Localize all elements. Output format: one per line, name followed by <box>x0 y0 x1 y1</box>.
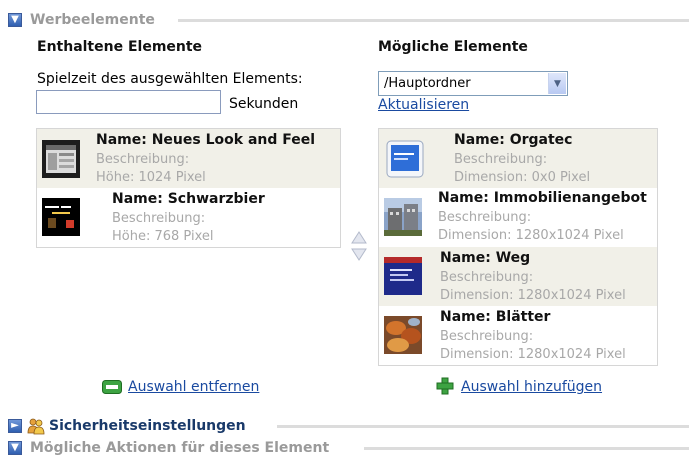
section-header-aktionen[interactable]: ▼ Mögliche Aktionen für dieses Element <box>8 438 329 458</box>
seconds-unit-label: Sekunden <box>229 96 299 112</box>
expand-arrow-icon[interactable]: ► <box>8 419 22 433</box>
list-item[interactable]: Name: Neues Look and Feel Beschreibung: … <box>37 129 340 188</box>
item-description: Beschreibung: <box>454 152 548 167</box>
orgatec-thumbnail <box>386 140 424 178</box>
item-description: Beschreibung: <box>440 329 534 344</box>
item-dimension: Höhe: 1024 Pixel <box>96 170 206 185</box>
contained-elements-list[interactable]: Name: Neues Look and Feel Beschreibung: … <box>36 128 341 248</box>
item-dimension: Dimension: 1280x1024 Pixel <box>438 228 624 243</box>
item-dimension: Höhe: 768 Pixel <box>112 229 214 244</box>
item-description: Beschreibung: <box>440 270 534 285</box>
section-title: Mögliche Aktionen für dieses Element <box>30 440 330 456</box>
section-divider <box>277 425 689 428</box>
section-divider <box>178 19 689 22</box>
item-name: Name: Immobilienangebot <box>438 190 647 206</box>
collapse-arrow-icon[interactable]: ▼ <box>8 13 22 27</box>
list-item[interactable]: Name: Blätter Beschreibung: Dimension: 1… <box>379 306 657 365</box>
collapse-arrow-icon[interactable]: ▼ <box>8 441 22 455</box>
list-item[interactable]: Name: Immobilienangebot Beschreibung: Di… <box>379 188 657 247</box>
schwarzbier-thumbnail <box>42 198 80 236</box>
section-title: Sicherheitseinstellungen <box>49 418 246 434</box>
item-description: Beschreibung: <box>112 211 206 226</box>
weg-thumbnail <box>384 257 422 295</box>
playtime-input[interactable] <box>36 90 221 114</box>
list-item[interactable]: Name: Weg Beschreibung: Dimension: 1280x… <box>379 247 657 306</box>
item-name: Name: Schwarzbier <box>112 191 265 207</box>
folder-select-value: /Hauptordner <box>384 76 471 91</box>
item-dimension: Dimension: 1280x1024 Pixel <box>440 288 626 303</box>
possible-elements-heading: Mögliche Elemente <box>378 39 528 55</box>
item-description: Beschreibung: <box>438 210 532 225</box>
section-header-sicherheit[interactable]: ► Sicherheitseinstellungen <box>8 416 246 436</box>
section-header-werbeelemente[interactable]: ▼ Werbeelemente <box>8 10 155 30</box>
immobilienangebot-thumbnail <box>384 198 422 236</box>
remove-selection-icon[interactable] <box>102 380 122 394</box>
folder-select[interactable]: /Hauptordner ▼ <box>378 71 568 96</box>
contained-elements-heading: Enthaltene Elemente <box>37 39 203 55</box>
section-divider <box>364 447 689 450</box>
remove-selection-link[interactable]: Auswahl entfernen <box>128 379 259 395</box>
users-icon <box>27 418 45 435</box>
item-name: Name: Blätter <box>440 309 551 325</box>
chevron-down-icon[interactable]: ▼ <box>548 73 566 94</box>
blaetter-thumbnail <box>384 316 422 354</box>
playtime-label: Spielzeit des ausgewählten Elements: <box>37 71 303 87</box>
item-dimension: Dimension: 0x0 Pixel <box>454 170 591 185</box>
add-selection-link[interactable]: Auswahl hinzufügen <box>461 379 602 395</box>
item-dimension: Dimension: 1280x1024 Pixel <box>440 347 626 362</box>
item-name: Name: Neues Look and Feel <box>96 132 316 148</box>
list-item[interactable]: Name: Orgatec Beschreibung: Dimension: 0… <box>379 129 657 188</box>
item-name: Name: Weg <box>440 250 531 266</box>
add-selection-icon[interactable] <box>436 377 454 395</box>
section-title: Werbeelemente <box>30 12 155 28</box>
look-and-feel-thumbnail <box>42 140 80 178</box>
refresh-link[interactable]: Aktualisieren <box>378 97 469 113</box>
possible-elements-list[interactable]: Name: Orgatec Beschreibung: Dimension: 0… <box>378 128 658 366</box>
reorder-arrows-icon[interactable] <box>351 231 367 261</box>
item-description: Beschreibung: <box>96 152 190 167</box>
list-item[interactable]: Name: Schwarzbier Beschreibung: Höhe: 76… <box>37 188 340 247</box>
item-name: Name: Orgatec <box>454 132 573 148</box>
